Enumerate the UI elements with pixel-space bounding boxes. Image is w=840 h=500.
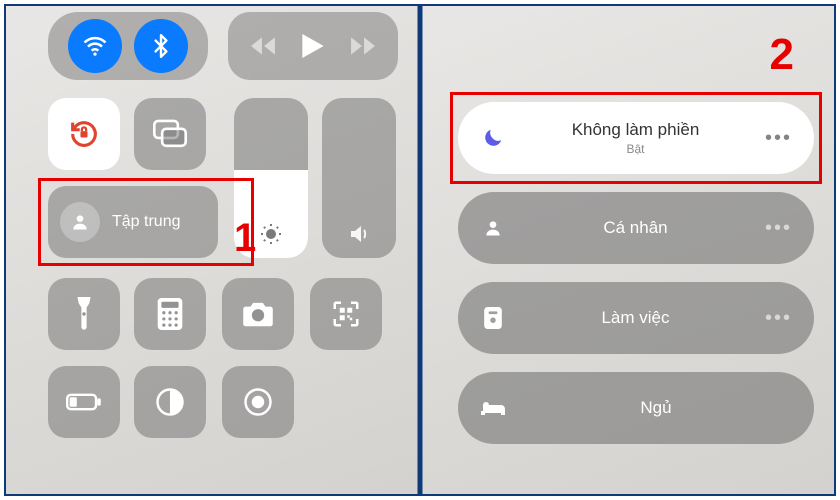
more-icon[interactable]: ••• — [765, 307, 792, 330]
brightness-icon — [259, 222, 283, 246]
person-icon — [60, 202, 100, 242]
dnd-subtitle: Bật — [520, 142, 751, 156]
person-icon — [480, 218, 506, 238]
rewind-icon[interactable] — [250, 36, 276, 56]
orientation-lock-icon — [67, 117, 101, 151]
focus-label: Tập trung — [112, 213, 180, 231]
forward-icon[interactable] — [350, 36, 376, 56]
focus-mode-work[interactable]: Làm việc ••• — [458, 282, 814, 354]
dark-mode-button[interactable] — [134, 366, 206, 438]
volume-icon — [346, 222, 372, 246]
battery-icon — [66, 392, 102, 412]
focus-mode-list: Không làm phiền Bật ••• Cá nhân ••• — [458, 102, 814, 444]
focus-mode-dnd[interactable]: Không làm phiền Bật ••• — [458, 102, 814, 174]
screen-mirroring-icon — [153, 119, 187, 149]
more-icon[interactable]: ••• — [765, 217, 792, 240]
record-icon — [243, 387, 273, 417]
media-controls — [228, 12, 398, 80]
qr-icon — [331, 299, 361, 329]
bed-icon — [480, 400, 506, 416]
annotation-step1: 1 — [234, 216, 256, 261]
panel-divider — [418, 6, 423, 494]
calculator-icon — [157, 298, 183, 330]
more-icon[interactable]: ••• — [765, 127, 792, 150]
focus-modes-panel: 2 Không làm phiền Bật ••• Cá nhân — [420, 6, 834, 494]
focus-mode-sleep[interactable]: Ngủ — [458, 372, 814, 444]
dark-mode-icon — [155, 387, 185, 417]
play-icon[interactable] — [302, 34, 324, 58]
focus-mode-personal[interactable]: Cá nhân ••• — [458, 192, 814, 264]
calculator-button[interactable] — [134, 278, 206, 350]
badge-icon — [480, 307, 506, 329]
outer-frame: Tập trung — [4, 4, 836, 496]
camera-icon — [242, 301, 274, 327]
sleep-title: Ngủ — [520, 398, 792, 418]
screen-record-button[interactable] — [222, 366, 294, 438]
qr-scan-button[interactable] — [310, 278, 382, 350]
moon-icon — [480, 127, 506, 149]
personal-title: Cá nhân — [520, 218, 751, 238]
flashlight-icon — [74, 297, 94, 331]
low-power-button[interactable] — [48, 366, 120, 438]
wifi-icon — [81, 32, 109, 60]
dnd-title: Không làm phiền — [520, 120, 751, 140]
wifi-toggle[interactable] — [68, 19, 122, 73]
bluetooth-toggle[interactable] — [134, 19, 188, 73]
annotation-step2: 2 — [770, 30, 794, 80]
camera-button[interactable] — [222, 278, 294, 350]
volume-slider[interactable] — [322, 98, 396, 258]
work-title: Làm việc — [520, 308, 751, 328]
screen-mirroring-button[interactable] — [134, 98, 206, 170]
control-center-panel: Tập trung — [6, 6, 420, 494]
bluetooth-icon — [148, 33, 174, 59]
focus-button[interactable]: Tập trung — [48, 186, 218, 258]
orientation-lock-toggle[interactable] — [48, 98, 120, 170]
flashlight-button[interactable] — [48, 278, 120, 350]
connectivity-group — [48, 12, 208, 80]
